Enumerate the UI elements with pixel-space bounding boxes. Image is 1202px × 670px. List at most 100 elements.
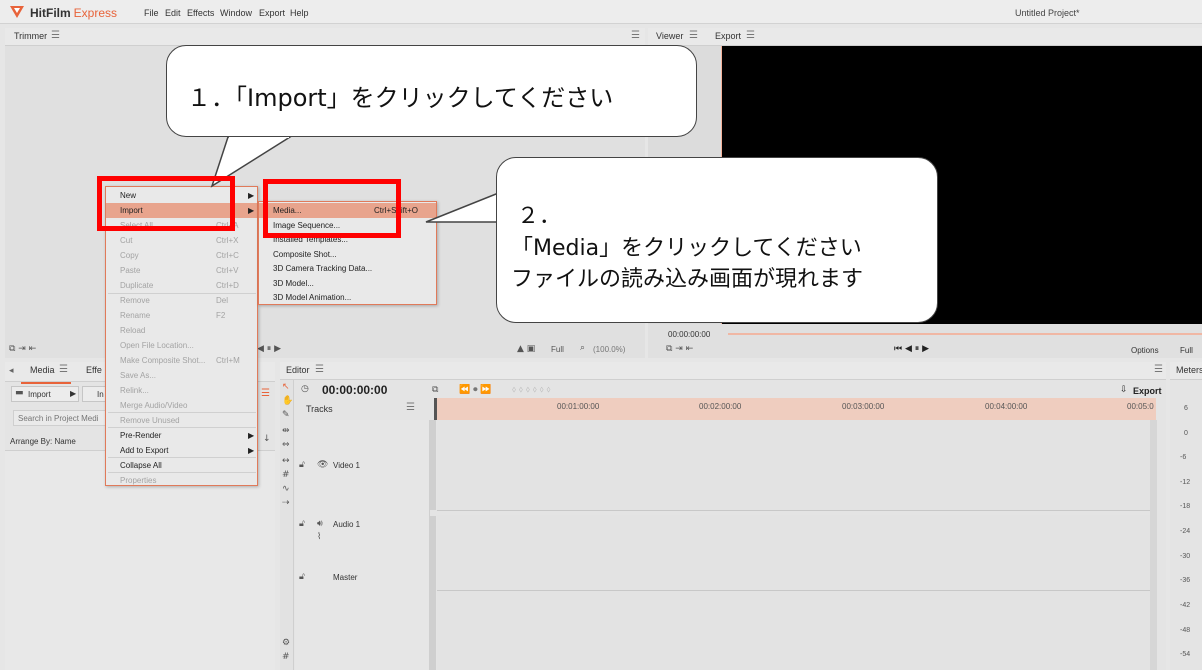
- media-list-view-icon[interactable]: ☰: [261, 388, 270, 399]
- editor-export-button[interactable]: Export: [1133, 386, 1162, 396]
- trimmer-view-icons[interactable]: ▲ ▣: [517, 344, 535, 354]
- slide-tool-icon[interactable]: ⇔: [282, 440, 290, 450]
- callout-step-2-line3: ファイルの読み込み画面が現れます: [511, 267, 864, 292]
- settings-gear-icon[interactable]: ⚙: [282, 638, 290, 648]
- audio-track-label: Audio 1: [333, 520, 361, 529]
- meter-label: -48: [1180, 627, 1191, 634]
- viewer-playback-icons[interactable]: ⏮ ◀ ⏸ ▶: [894, 344, 929, 354]
- track-select-tool-icon[interactable]: ⇢: [282, 498, 290, 508]
- tab-export[interactable]: Export: [715, 31, 741, 41]
- slip-tool-icon[interactable]: ⇹: [282, 426, 290, 436]
- menu-item-duplicate[interactable]: Duplicate Ctrl+D: [106, 278, 257, 293]
- menu-item-pre-render[interactable]: Pre-Render ▶: [106, 428, 257, 443]
- tab-effects[interactable]: Effe: [86, 365, 102, 375]
- menu-item-remove[interactable]: Remove Del: [106, 293, 257, 308]
- menu-item-remove-unused[interactable]: Remove Unused: [106, 413, 257, 428]
- audio-speaker-icon[interactable]: 🔊︎: [317, 519, 323, 529]
- sort-az-icon[interactable]: ↓: [263, 434, 271, 444]
- trimmer-zoom-select[interactable]: Full: [551, 345, 564, 354]
- menu-item-save-as[interactable]: Save As...: [106, 368, 257, 383]
- video-lock-icon[interactable]: 🔓︎: [299, 460, 305, 470]
- rate-tool-icon[interactable]: ∿: [282, 484, 290, 494]
- editor-menu-icon[interactable]: ☰: [315, 364, 324, 375]
- tab-media[interactable]: Media: [30, 365, 55, 375]
- roll-tool-icon[interactable]: #: [282, 470, 290, 480]
- razor-tool-icon[interactable]: ✎: [282, 410, 290, 420]
- menu-item-open-file-location[interactable]: Open File Location...: [106, 338, 257, 353]
- grid-icon[interactable]: #: [282, 652, 290, 662]
- editor-right-menu-icon[interactable]: ☰: [1154, 364, 1163, 375]
- callout-step-2-line2: 「Media」をクリックしてください: [511, 236, 862, 261]
- highlight-box-import: [97, 176, 235, 231]
- editor-scrollbar[interactable]: [1150, 420, 1157, 670]
- submenu-item-3d-model[interactable]: 3D Model...: [259, 276, 436, 291]
- submenu-item-3d-model-animation[interactable]: 3D Model Animation...: [259, 290, 436, 305]
- menu-item-rename[interactable]: Rename F2: [106, 308, 257, 323]
- menu-item-collapse-all[interactable]: Collapse All: [106, 458, 257, 473]
- menu-item-add-to-export[interactable]: Add to Export ▶: [106, 443, 257, 458]
- menu-edit[interactable]: Edit: [165, 8, 181, 18]
- audio-lock-icon[interactable]: 🔓︎: [299, 519, 305, 529]
- menu-file[interactable]: File: [144, 8, 159, 18]
- editor-timecode[interactable]: 00:00:00:00: [322, 383, 387, 397]
- menu-export[interactable]: Export: [259, 8, 285, 18]
- submenu-item-composite-shot[interactable]: Composite Shot...: [259, 247, 436, 262]
- video-eye-icon[interactable]: 👁︎: [317, 460, 328, 470]
- menu-effects[interactable]: Effects: [187, 8, 214, 18]
- tab-viewer[interactable]: Viewer: [656, 31, 683, 41]
- meter-label: -42: [1180, 602, 1191, 609]
- export-menu-icon[interactable]: ☰: [746, 30, 755, 41]
- callout-step-1: １．「Import」をクリックしてください: [166, 45, 697, 137]
- media-scroll-left-icon[interactable]: ◂: [9, 365, 14, 376]
- waveform-icon[interactable]: ⌇: [317, 532, 321, 542]
- menu-item-relink[interactable]: Relink...: [106, 383, 257, 398]
- media-menu-icon[interactable]: ☰: [59, 364, 68, 375]
- timeline-ruler[interactable]: [436, 398, 1156, 420]
- audio-track-lane[interactable]: [437, 515, 1150, 591]
- video-track-lane[interactable]: [437, 420, 1150, 511]
- master-track-lane[interactable]: [437, 591, 1150, 670]
- trimmer-zoom-icon[interactable]: ⌕: [580, 343, 585, 353]
- playhead[interactable]: [434, 398, 437, 420]
- menu-item-cut[interactable]: Cut Ctrl+X: [106, 233, 257, 248]
- menu-window[interactable]: Window: [220, 8, 252, 18]
- import-arrow-icon: ▶: [70, 389, 77, 398]
- meter-label: -24: [1180, 528, 1191, 535]
- menu-help[interactable]: Help: [290, 8, 309, 18]
- hand-tool-icon[interactable]: ✋: [282, 396, 293, 406]
- viewer-scrub-bar[interactable]: [728, 333, 1202, 335]
- viewer-full-select[interactable]: Full: [1180, 346, 1193, 355]
- viewer-transport-icons[interactable]: ⧉ ⇥ ⇤: [666, 344, 693, 354]
- menu-item-make-composite-shot[interactable]: Make Composite Shot... Ctrl+M: [106, 353, 257, 368]
- menu-item-reload[interactable]: Reload: [106, 323, 257, 338]
- select-tool-icon[interactable]: ↖: [282, 382, 290, 392]
- arrange-by-label[interactable]: Arrange By: Name: [10, 437, 76, 446]
- trimmer-transport-icons[interactable]: ⧉ ⇥ ⇤: [9, 344, 36, 354]
- viewer-options-button[interactable]: Options: [1131, 346, 1159, 355]
- menu-item-paste[interactable]: Paste Ctrl+V: [106, 263, 257, 278]
- trimmer-right-menu-icon[interactable]: ☰: [631, 30, 640, 41]
- editor-export-icon[interactable]: ⇩: [1120, 385, 1128, 395]
- tab-editor[interactable]: Editor: [286, 365, 310, 375]
- submenu-item-3d-camera-tracking[interactable]: 3D Camera Tracking Data...: [259, 261, 436, 276]
- track-headers: 🔓︎ 👁︎ Video 1 🔓︎ 🔊︎ Audio 1 ⌇ 🔓︎ Master: [295, 420, 430, 670]
- meter-label: -30: [1180, 553, 1191, 560]
- tab-meters[interactable]: Meters: [1176, 365, 1202, 375]
- ripple-tool-icon[interactable]: ↔: [282, 456, 290, 466]
- app-brand: HitFilm Express: [30, 6, 118, 20]
- master-lock-icon[interactable]: 🔓︎: [299, 572, 305, 582]
- menu-item-properties[interactable]: Properties: [106, 473, 257, 488]
- snapshot-icon[interactable]: ⧉: [432, 385, 438, 395]
- trimmer-zoom-percent[interactable]: (100.0%): [593, 345, 625, 354]
- menu-item-merge-audio-video[interactable]: Merge Audio/Video: [106, 398, 257, 413]
- import-button-label: Import: [28, 390, 51, 399]
- editor-transport-icons[interactable]: ⏪ ⏺ ⏩: [459, 385, 492, 395]
- viewer-menu-icon[interactable]: ☰: [689, 30, 698, 41]
- import-button[interactable]: ▬ Import ▶: [11, 386, 79, 402]
- menu-item-copy[interactable]: Copy Ctrl+C: [106, 248, 257, 263]
- tab-trimmer[interactable]: Trimmer: [14, 31, 47, 41]
- trimmer-menu-icon[interactable]: ☰: [51, 30, 60, 41]
- trimmer-playback-icons[interactable]: ◀ ⏸ ▶: [257, 344, 281, 354]
- media-search-input[interactable]: [13, 410, 113, 426]
- tracks-menu-icon[interactable]: ☰: [406, 402, 415, 413]
